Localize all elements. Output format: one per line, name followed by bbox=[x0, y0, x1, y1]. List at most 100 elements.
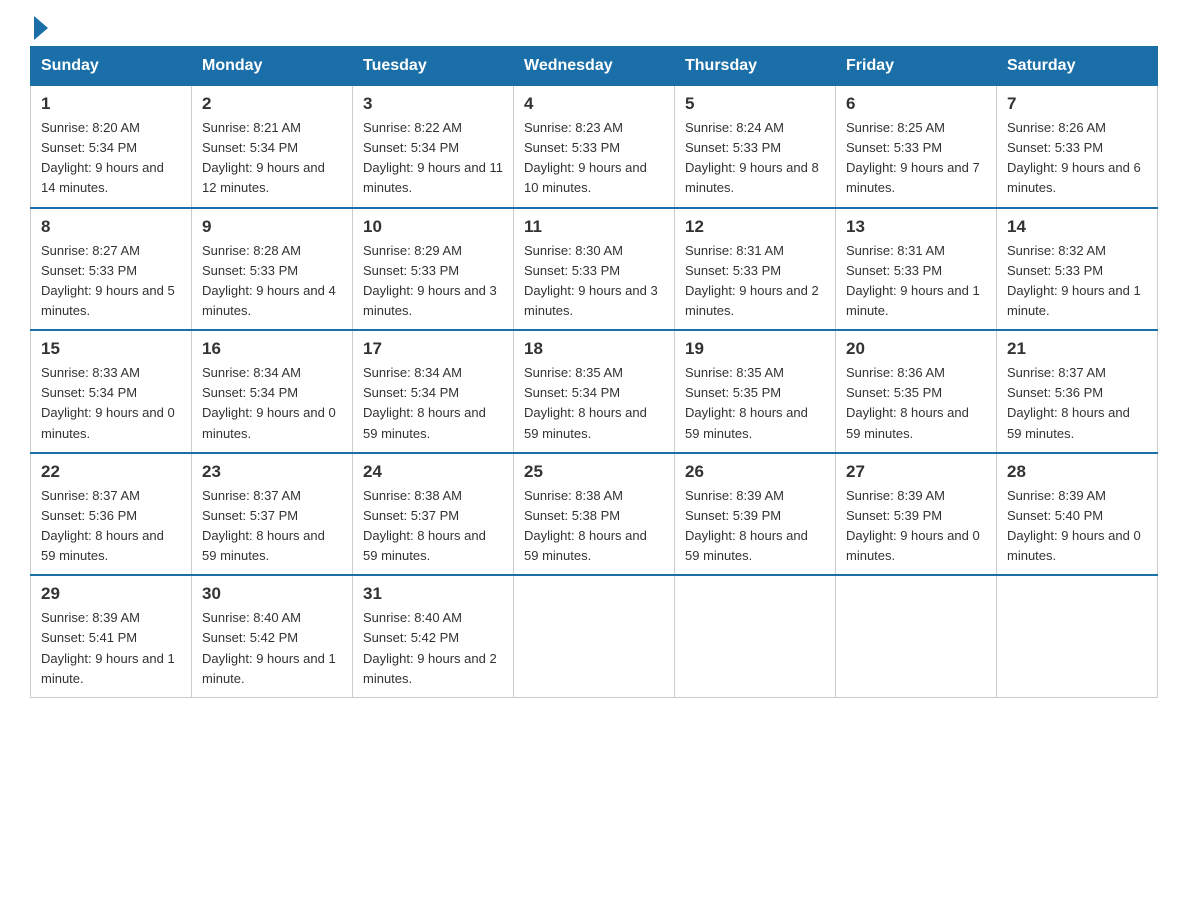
calendar-cell: 21 Sunrise: 8:37 AMSunset: 5:36 PMDayligh… bbox=[997, 330, 1158, 453]
calendar-cell: 7 Sunrise: 8:26 AMSunset: 5:33 PMDaylight… bbox=[997, 86, 1158, 208]
day-number: 17 bbox=[363, 339, 503, 359]
calendar-cell bbox=[997, 575, 1158, 697]
day-number: 20 bbox=[846, 339, 986, 359]
calendar-cell: 2 Sunrise: 8:21 AMSunset: 5:34 PMDaylight… bbox=[192, 86, 353, 208]
day-info: Sunrise: 8:32 AMSunset: 5:33 PMDaylight:… bbox=[1007, 241, 1147, 322]
calendar-cell bbox=[836, 575, 997, 697]
day-info: Sunrise: 8:35 AMSunset: 5:35 PMDaylight:… bbox=[685, 363, 825, 444]
calendar-cell: 12 Sunrise: 8:31 AMSunset: 5:33 PMDayligh… bbox=[675, 208, 836, 331]
day-number: 1 bbox=[41, 94, 181, 114]
day-info: Sunrise: 8:35 AMSunset: 5:34 PMDaylight:… bbox=[524, 363, 664, 444]
day-number: 18 bbox=[524, 339, 664, 359]
calendar-cell: 3 Sunrise: 8:22 AMSunset: 5:34 PMDaylight… bbox=[353, 86, 514, 208]
day-number: 22 bbox=[41, 462, 181, 482]
calendar-cell: 16 Sunrise: 8:34 AMSunset: 5:34 PMDayligh… bbox=[192, 330, 353, 453]
calendar-cell: 11Sunrise: 8:30 AMSunset: 5:33 PMDayligh… bbox=[514, 208, 675, 331]
col-header-thursday: Thursday bbox=[675, 47, 836, 86]
day-info: Sunrise: 8:34 AMSunset: 5:34 PMDaylight:… bbox=[363, 363, 503, 444]
calendar-cell: 17 Sunrise: 8:34 AMSunset: 5:34 PMDayligh… bbox=[353, 330, 514, 453]
calendar-cell: 27 Sunrise: 8:39 AMSunset: 5:39 PMDayligh… bbox=[836, 453, 997, 576]
calendar-week-row: 15 Sunrise: 8:33 AMSunset: 5:34 PMDayligh… bbox=[31, 330, 1158, 453]
col-header-monday: Monday bbox=[192, 47, 353, 86]
day-number: 31 bbox=[363, 584, 503, 604]
calendar-header-row: SundayMondayTuesdayWednesdayThursdayFrid… bbox=[31, 47, 1158, 86]
calendar-cell: 1 Sunrise: 8:20 AMSunset: 5:34 PMDaylight… bbox=[31, 86, 192, 208]
calendar-cell: 6Sunrise: 8:25 AMSunset: 5:33 PMDaylight… bbox=[836, 86, 997, 208]
day-info: Sunrise: 8:29 AMSunset: 5:33 PMDaylight:… bbox=[363, 241, 503, 322]
col-header-tuesday: Tuesday bbox=[353, 47, 514, 86]
calendar-cell: 18 Sunrise: 8:35 AMSunset: 5:34 PMDayligh… bbox=[514, 330, 675, 453]
calendar-table: SundayMondayTuesdayWednesdayThursdayFrid… bbox=[30, 46, 1158, 698]
day-info: Sunrise: 8:27 AMSunset: 5:33 PMDaylight:… bbox=[41, 241, 181, 322]
calendar-cell bbox=[514, 575, 675, 697]
day-info: Sunrise: 8:22 AMSunset: 5:34 PMDaylight:… bbox=[363, 118, 503, 199]
calendar-cell: 20 Sunrise: 8:36 AMSunset: 5:35 PMDayligh… bbox=[836, 330, 997, 453]
day-number: 26 bbox=[685, 462, 825, 482]
calendar-cell: 28 Sunrise: 8:39 AMSunset: 5:40 PMDayligh… bbox=[997, 453, 1158, 576]
calendar-cell: 14 Sunrise: 8:32 AMSunset: 5:33 PMDayligh… bbox=[997, 208, 1158, 331]
day-number: 28 bbox=[1007, 462, 1147, 482]
day-number: 29 bbox=[41, 584, 181, 604]
day-info: Sunrise: 8:39 AMSunset: 5:41 PMDaylight:… bbox=[41, 608, 181, 689]
day-number: 21 bbox=[1007, 339, 1147, 359]
day-number: 5 bbox=[685, 94, 825, 114]
day-info: Sunrise: 8:38 AMSunset: 5:38 PMDaylight:… bbox=[524, 486, 664, 567]
day-info: Sunrise: 8:37 AMSunset: 5:37 PMDaylight:… bbox=[202, 486, 342, 567]
calendar-cell bbox=[675, 575, 836, 697]
day-number: 23 bbox=[202, 462, 342, 482]
day-info: Sunrise: 8:37 AMSunset: 5:36 PMDaylight:… bbox=[41, 486, 181, 567]
calendar-cell: 10 Sunrise: 8:29 AMSunset: 5:33 PMDayligh… bbox=[353, 208, 514, 331]
page-header bbox=[30, 20, 1158, 36]
day-info: Sunrise: 8:20 AMSunset: 5:34 PMDaylight:… bbox=[41, 118, 181, 199]
day-info: Sunrise: 8:39 AMSunset: 5:39 PMDaylight:… bbox=[685, 486, 825, 567]
day-number: 7 bbox=[1007, 94, 1147, 114]
day-number: 9 bbox=[202, 217, 342, 237]
col-header-friday: Friday bbox=[836, 47, 997, 86]
calendar-week-row: 8 Sunrise: 8:27 AMSunset: 5:33 PMDaylight… bbox=[31, 208, 1158, 331]
day-number: 2 bbox=[202, 94, 342, 114]
day-number: 15 bbox=[41, 339, 181, 359]
day-info: Sunrise: 8:26 AMSunset: 5:33 PMDaylight:… bbox=[1007, 118, 1147, 199]
day-info: Sunrise: 8:21 AMSunset: 5:34 PMDaylight:… bbox=[202, 118, 342, 199]
day-number: 8 bbox=[41, 217, 181, 237]
day-info: Sunrise: 8:23 AMSunset: 5:33 PMDaylight:… bbox=[524, 118, 664, 199]
day-info: Sunrise: 8:24 AMSunset: 5:33 PMDaylight:… bbox=[685, 118, 825, 199]
day-info: Sunrise: 8:33 AMSunset: 5:34 PMDaylight:… bbox=[41, 363, 181, 444]
logo bbox=[30, 20, 48, 36]
day-info: Sunrise: 8:28 AMSunset: 5:33 PMDaylight:… bbox=[202, 241, 342, 322]
col-header-wednesday: Wednesday bbox=[514, 47, 675, 86]
day-info: Sunrise: 8:31 AMSunset: 5:33 PMDaylight:… bbox=[846, 241, 986, 322]
day-info: Sunrise: 8:39 AMSunset: 5:40 PMDaylight:… bbox=[1007, 486, 1147, 567]
day-number: 12 bbox=[685, 217, 825, 237]
day-info: Sunrise: 8:25 AMSunset: 5:33 PMDaylight:… bbox=[846, 118, 986, 199]
calendar-cell: 8 Sunrise: 8:27 AMSunset: 5:33 PMDaylight… bbox=[31, 208, 192, 331]
day-number: 25 bbox=[524, 462, 664, 482]
calendar-cell: 4 Sunrise: 8:23 AMSunset: 5:33 PMDaylight… bbox=[514, 86, 675, 208]
day-number: 4 bbox=[524, 94, 664, 114]
calendar-cell: 5 Sunrise: 8:24 AMSunset: 5:33 PMDaylight… bbox=[675, 86, 836, 208]
day-info: Sunrise: 8:39 AMSunset: 5:39 PMDaylight:… bbox=[846, 486, 986, 567]
calendar-cell: 26 Sunrise: 8:39 AMSunset: 5:39 PMDayligh… bbox=[675, 453, 836, 576]
day-number: 16 bbox=[202, 339, 342, 359]
day-info: Sunrise: 8:38 AMSunset: 5:37 PMDaylight:… bbox=[363, 486, 503, 567]
col-header-sunday: Sunday bbox=[31, 47, 192, 86]
day-number: 3 bbox=[363, 94, 503, 114]
day-number: 24 bbox=[363, 462, 503, 482]
day-info: Sunrise: 8:40 AMSunset: 5:42 PMDaylight:… bbox=[202, 608, 342, 689]
logo-arrow-icon bbox=[34, 16, 48, 40]
day-info: Sunrise: 8:40 AMSunset: 5:42 PMDaylight:… bbox=[363, 608, 503, 689]
calendar-cell: 13Sunrise: 8:31 AMSunset: 5:33 PMDayligh… bbox=[836, 208, 997, 331]
day-info: Sunrise: 8:36 AMSunset: 5:35 PMDaylight:… bbox=[846, 363, 986, 444]
calendar-week-row: 29 Sunrise: 8:39 AMSunset: 5:41 PMDayligh… bbox=[31, 575, 1158, 697]
day-number: 27 bbox=[846, 462, 986, 482]
calendar-cell: 9 Sunrise: 8:28 AMSunset: 5:33 PMDaylight… bbox=[192, 208, 353, 331]
day-info: Sunrise: 8:30 AMSunset: 5:33 PMDaylight:… bbox=[524, 241, 664, 322]
calendar-cell: 25 Sunrise: 8:38 AMSunset: 5:38 PMDayligh… bbox=[514, 453, 675, 576]
calendar-cell: 19 Sunrise: 8:35 AMSunset: 5:35 PMDayligh… bbox=[675, 330, 836, 453]
day-number: 10 bbox=[363, 217, 503, 237]
day-info: Sunrise: 8:31 AMSunset: 5:33 PMDaylight:… bbox=[685, 241, 825, 322]
day-info: Sunrise: 8:34 AMSunset: 5:34 PMDaylight:… bbox=[202, 363, 342, 444]
day-info: Sunrise: 8:37 AMSunset: 5:36 PMDaylight:… bbox=[1007, 363, 1147, 444]
day-number: 19 bbox=[685, 339, 825, 359]
day-number: 14 bbox=[1007, 217, 1147, 237]
